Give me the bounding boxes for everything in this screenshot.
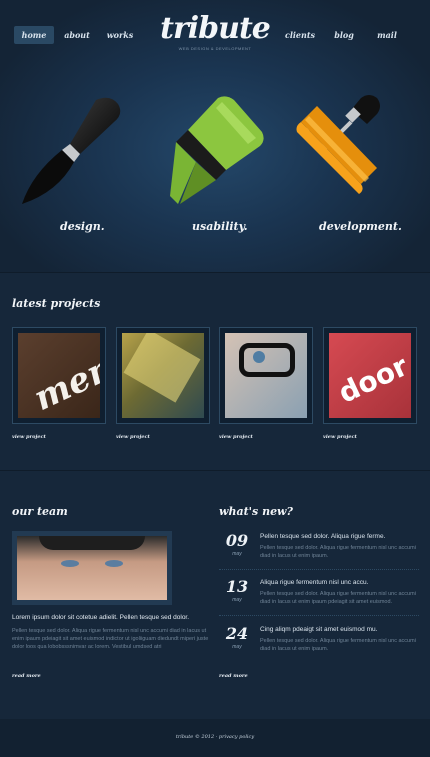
team-body-text: Pellen tesque sed dolor. Aliqua rigue fe… (12, 628, 209, 650)
view-project-link-1[interactable]: view project (12, 434, 46, 440)
news-separator (219, 615, 419, 617)
news-headline: Cing aliqm pdeaigt sit amet euismod mu. (260, 626, 378, 633)
brush-icon (18, 92, 128, 207)
project-thumb-4-text: door (333, 349, 411, 410)
section-divider (0, 272, 430, 273)
projects-title: latest projects (12, 297, 101, 310)
section-divider (0, 470, 430, 471)
nav-home[interactable]: home (14, 26, 54, 44)
site-tagline: WEB DESIGN & DEVELOPMENT (178, 46, 252, 51)
nav-about[interactable]: about (62, 26, 92, 44)
marker-icon (160, 92, 270, 207)
nav-clients[interactable]: clients (283, 26, 317, 44)
news-title: what's new? (219, 505, 293, 518)
team-photo (12, 531, 172, 605)
nav-blog[interactable]: blog (330, 26, 358, 44)
view-project-link-3[interactable]: view project (219, 434, 253, 440)
news-item[interactable]: 13 may Aliqua rigue fermentum nisl unc a… (219, 578, 419, 618)
development-label: development. (319, 220, 402, 233)
team-read-more-link[interactable]: read more (12, 673, 41, 679)
news-day: 24 (225, 624, 249, 643)
news-separator (219, 569, 419, 571)
view-project-link-4[interactable]: view project (323, 434, 357, 440)
news-day: 13 (225, 577, 249, 596)
news-body: Pellen tesque sed dolor. Aliqua rigue fe… (260, 591, 416, 605)
project-thumb-1-text: mem (27, 343, 100, 418)
footer-text[interactable]: tribute © 2012 · privacy policy (0, 734, 430, 740)
news-month: may (232, 644, 242, 650)
team-title: our team (12, 505, 68, 518)
hero-section: home about works clients blog mail tribu… (0, 0, 430, 272)
project-thumb-3[interactable] (219, 327, 313, 424)
design-label: design. (60, 220, 105, 233)
usability-label: usability. (192, 220, 248, 233)
news-item[interactable]: 24 may Cing aliqm pdeaigt sit amet euism… (219, 625, 419, 665)
paint-roller-icon (295, 92, 405, 207)
news-read-more-link[interactable]: read more (219, 673, 248, 679)
news-body: Pellen tesque sed dolor. Aliqua rigue fe… (260, 638, 416, 652)
site-logo[interactable]: tribute (150, 12, 280, 46)
team-lead-text: Lorem ipsum dolor sit cotetue adielit. P… (12, 614, 190, 621)
news-headline: Aliqua rigue fermentum nisl unc accu. (260, 579, 369, 586)
project-thumb-4[interactable]: door (323, 327, 417, 424)
nav-works[interactable]: works (104, 26, 136, 44)
footer: tribute © 2012 · privacy policy (0, 719, 430, 757)
news-body: Pellen tesque sed dolor. Aliqua rigue fe… (260, 545, 416, 559)
news-headline: Pellen tesque sed dolor. Aliqua rigue fe… (260, 533, 386, 540)
project-thumb-2[interactable] (116, 327, 210, 424)
news-month: may (232, 597, 242, 603)
nav-mail[interactable]: mail (372, 26, 402, 44)
view-project-link-2[interactable]: view project (116, 434, 150, 440)
news-month: may (232, 551, 242, 557)
news-item[interactable]: 09 may Pellen tesque sed dolor. Aliqua r… (219, 532, 419, 572)
news-day: 09 (225, 531, 249, 550)
project-thumb-1[interactable]: mem (12, 327, 106, 424)
